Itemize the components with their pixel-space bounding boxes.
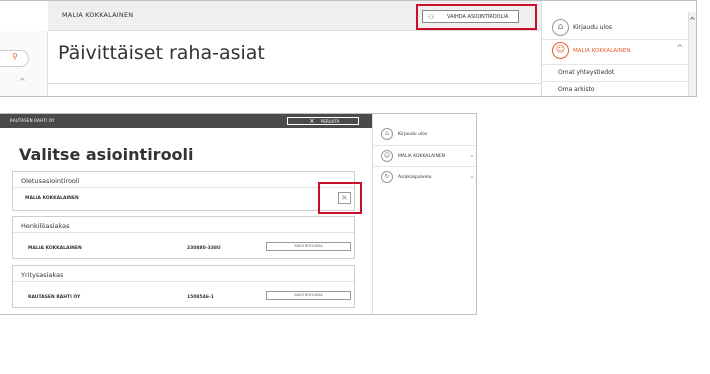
search-field[interactable]: ⚲ — [0, 50, 29, 67]
chevron-down-icon: ⌄ — [469, 151, 475, 159]
card-heading: Oletusasiointirooli — [13, 172, 354, 188]
top-bar: RAUTASEN RAHTI OY × PERUUTA — [0, 114, 372, 128]
act-in-role-button[interactable]: ASIOI ROOLISSA — [266, 242, 351, 251]
personal-customer-card: Henkilöasiakas MALIA KOKKALAINEN 230880-… — [12, 216, 355, 259]
business-customer-card: Yritysasiakas RAUTASEN RAHTI OY 1508546-… — [12, 265, 355, 308]
act-in-role-button[interactable]: ASIOI ROOLISSA — [266, 291, 351, 300]
active-company-name: RAUTASEN RAHTI OY — [10, 118, 55, 123]
highlight-box-change-role — [416, 4, 537, 30]
search-icon: ⚲ — [12, 52, 18, 61]
card-heading: Yritysasiakas — [13, 266, 354, 282]
logout-link[interactable]: ⌂ Kirjaudu ulos — [373, 124, 476, 145]
user-menu-item[interactable]: ☺ MALIA KOKKALAINEN ^ — [542, 39, 687, 63]
logout-label: Kirjaudu ulos — [573, 24, 612, 31]
divider — [48, 83, 541, 84]
lock-icon: ⌂ — [381, 128, 393, 140]
logged-in-user-name: MALIA KOKKALAINEN — [62, 11, 134, 19]
chevron-down-icon: ⌄ — [469, 172, 475, 180]
page-title: Päivittäiset raha-asiat — [58, 42, 265, 64]
top-screenshot-panel: MALIA KOKKALAINEN ⚇ VAIHDA ASIOINTIROOLI… — [0, 0, 697, 97]
lock-icon: ⌂ — [552, 19, 569, 36]
business-id: 1508546-1 — [187, 295, 214, 300]
side-menu: ⌂ Kirjaudu ulos ☺ MALIA KOKKALAINEN ^ Om… — [541, 1, 687, 96]
close-icon: × — [309, 117, 315, 125]
user-icon: ☺ — [381, 150, 393, 162]
bottom-screenshot-panel: RAUTASEN RAHTI OY × PERUUTA Valitse asio… — [0, 113, 477, 315]
default-role-name: MALIA KOKKALAINEN — [25, 196, 79, 201]
customer-service-label: Asiakaspalvelu — [398, 175, 432, 180]
logout-label: Kirjaudu ulos — [398, 132, 428, 137]
contact-info-link[interactable]: Omat yhteystiedot — [542, 64, 687, 80]
refresh-icon: ↻ — [381, 171, 393, 183]
default-role-card: Oletusasiointirooli MALIA KOKKALAINEN × — [12, 171, 355, 211]
cancel-button[interactable]: × PERUUTA — [287, 117, 359, 125]
page-title: Valitse asiointirooli — [19, 145, 194, 164]
scroll-up-arrow-icon[interactable]: ^ — [689, 16, 696, 25]
contact-info-label: Omat yhteystiedot — [558, 69, 615, 76]
highlight-box-remove-default — [318, 182, 362, 214]
side-menu: ⌂ Kirjaudu ulos ☺ MALIA KOKKALAINEN ⌄ ↻ … — [372, 114, 476, 314]
archive-label: Oma arkisto — [558, 86, 595, 93]
personal-id: 230880-338U — [187, 246, 221, 251]
user-menu-label: MALIA KOKKALAINEN — [573, 48, 631, 54]
user-icon: ☺ — [552, 42, 569, 59]
chevron-up-icon: ^ — [676, 44, 684, 54]
customer-service-item[interactable]: ↻ Asiakaspalvelu ⌄ — [373, 166, 476, 187]
business-customer-name: RAUTASEN RAHTI OY — [28, 295, 81, 300]
card-heading: Henkilöasiakas — [13, 217, 354, 233]
logout-link[interactable]: ⌂ Kirjaudu ulos — [542, 16, 687, 40]
scrollbar[interactable]: ^ — [688, 12, 696, 96]
cancel-label: PERUUTA — [321, 119, 340, 124]
user-menu-item[interactable]: ☺ MALIA KOKKALAINEN ⌄ — [373, 145, 476, 166]
personal-customer-name: MALIA KOKKALAINEN — [28, 246, 82, 251]
archive-link[interactable]: Oma arkisto — [542, 81, 687, 96]
chevron-up-icon[interactable]: ^ — [19, 77, 26, 86]
user-menu-label: MALIA KOKKALAINEN — [398, 154, 446, 159]
